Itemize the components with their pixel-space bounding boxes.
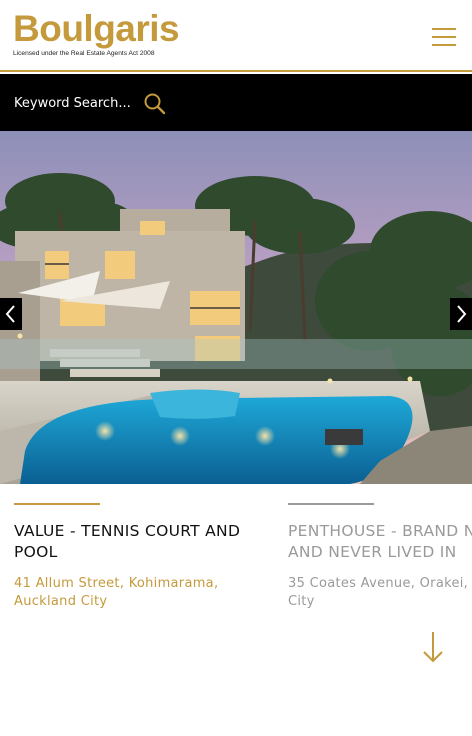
listing-address-line: 41 Allum Street, Kohimarama, — [14, 576, 219, 591]
chevron-left-icon — [5, 305, 15, 323]
carousel-prev-button[interactable] — [0, 298, 22, 330]
hamburger-menu-icon[interactable] — [432, 26, 458, 46]
search-bar — [0, 74, 472, 131]
keyword-search-input[interactable] — [14, 92, 142, 114]
listing-card[interactable]: VALUE - TENNIS COURT AND POOL 41 Allum S… — [14, 503, 240, 611]
listing-title-line: POOL — [14, 543, 58, 561]
carousel-next-button[interactable] — [450, 298, 472, 330]
search-icon[interactable] — [143, 92, 167, 116]
brand-logo[interactable]: Boulgaris Licensed under the Real Estate… — [13, 8, 180, 58]
listing-title-line: PENTHOUSE - BRAND N — [288, 522, 472, 540]
card-divider — [14, 503, 100, 505]
site-header: Boulgaris Licensed under the Real Estate… — [0, 0, 472, 72]
property-hero-image[interactable] — [0, 131, 472, 484]
logo-subtitle: Licensed under the Real Estate Agents Ac… — [13, 50, 155, 57]
listing-address-line: 35 Coates Avenue, Orakei, A — [288, 576, 472, 591]
listing-address: 35 Coates Avenue, Orakei, A City — [288, 575, 472, 611]
arrow-down-icon[interactable] — [422, 630, 444, 664]
listing-title[interactable]: PENTHOUSE - BRAND N AND NEVER LIVED IN — [288, 521, 472, 563]
card-divider — [288, 503, 374, 505]
listing-address-line: City — [288, 594, 315, 609]
listing-address-line: Auckland City — [14, 594, 108, 609]
listing-card[interactable]: PENTHOUSE - BRAND N AND NEVER LIVED IN 3… — [288, 503, 472, 611]
listing-title-line: VALUE - TENNIS COURT AND — [14, 522, 241, 540]
listing-address: 41 Allum Street, Kohimarama, Auckland Ci… — [14, 575, 240, 611]
chevron-right-icon — [457, 305, 467, 323]
logo-wordmark: Boulgaris — [13, 8, 180, 49]
listing-title-line: AND NEVER LIVED IN — [288, 543, 457, 561]
listing-title[interactable]: VALUE - TENNIS COURT AND POOL — [14, 521, 240, 563]
